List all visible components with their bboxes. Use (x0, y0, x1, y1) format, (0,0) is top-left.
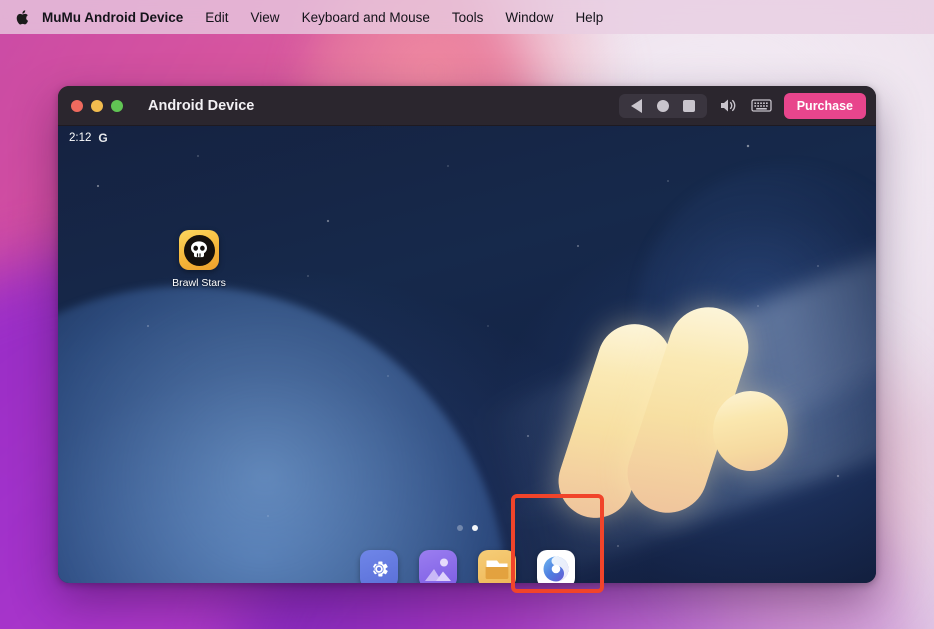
page-dot-2[interactable] (471, 525, 478, 531)
window-title-bar[interactable]: Android Device Purchase (58, 86, 876, 126)
volume-button[interactable] (718, 96, 740, 116)
menu-item-window[interactable]: Window (505, 10, 553, 25)
minimize-button[interactable] (91, 99, 103, 112)
menu-item-help[interactable]: Help (575, 10, 603, 25)
home-app-label: Brawl Stars (172, 277, 226, 289)
dock-item-gallery[interactable] (418, 550, 457, 583)
keyboard-button[interactable] (751, 96, 773, 116)
speaker-icon (721, 99, 736, 112)
menu-app-name[interactable]: MuMu Android Device (42, 10, 183, 25)
recents-button[interactable] (682, 99, 696, 113)
back-button[interactable] (630, 98, 644, 113)
page-dot-1[interactable] (456, 525, 463, 531)
toolbar-right-group: Purchase (618, 86, 866, 125)
dock-item-files[interactable] (477, 550, 516, 583)
page-indicator (58, 525, 876, 531)
close-button[interactable] (71, 99, 83, 112)
home-button[interactable] (656, 99, 670, 113)
menu-item-keyboard-and-mouse[interactable]: Keyboard and Mouse (302, 10, 430, 25)
android-screen[interactable]: 2:12 G Brawl Stars (58, 126, 876, 583)
purchase-button[interactable]: Purchase (783, 92, 866, 119)
circle-icon (656, 99, 669, 112)
menu-item-view[interactable]: View (251, 10, 280, 25)
apple-logo-icon[interactable] (14, 8, 30, 27)
emulator-window: Android Device Purchase 2:12 G Brawl Sta… (58, 86, 876, 583)
traffic-light-group (71, 99, 123, 112)
folder-icon (485, 560, 508, 579)
android-status-bar: 2:12 G (58, 126, 876, 150)
photo-mountain-icon (424, 558, 451, 581)
square-icon (682, 99, 695, 112)
window-title: Android Device (148, 97, 255, 114)
status-time: 2:12 (69, 132, 92, 144)
gear-icon (372, 561, 388, 577)
triangle-left-icon (631, 98, 643, 113)
brawl-stars-icon (179, 230, 219, 270)
menu-item-tools[interactable]: Tools (452, 10, 484, 25)
keyboard-icon (751, 99, 772, 112)
wallpaper-logo-circle (713, 391, 788, 471)
maximize-button[interactable] (111, 99, 123, 112)
home-app-brawl-stars[interactable]: Brawl Stars (156, 230, 242, 289)
macos-menu-bar: MuMu Android Device Edit View Keyboard a… (0, 0, 934, 34)
android-nav-cluster (618, 93, 707, 118)
dock-item-settings[interactable] (359, 550, 398, 583)
menu-item-edit[interactable]: Edit (205, 10, 228, 25)
google-icon: G (98, 131, 108, 145)
dock-item-browser[interactable] (536, 550, 575, 583)
android-dock (58, 550, 876, 583)
swirl-ring-icon (543, 556, 568, 582)
skull-icon (183, 234, 215, 266)
screen-root: MuMu Android Device Edit View Keyboard a… (0, 0, 934, 629)
